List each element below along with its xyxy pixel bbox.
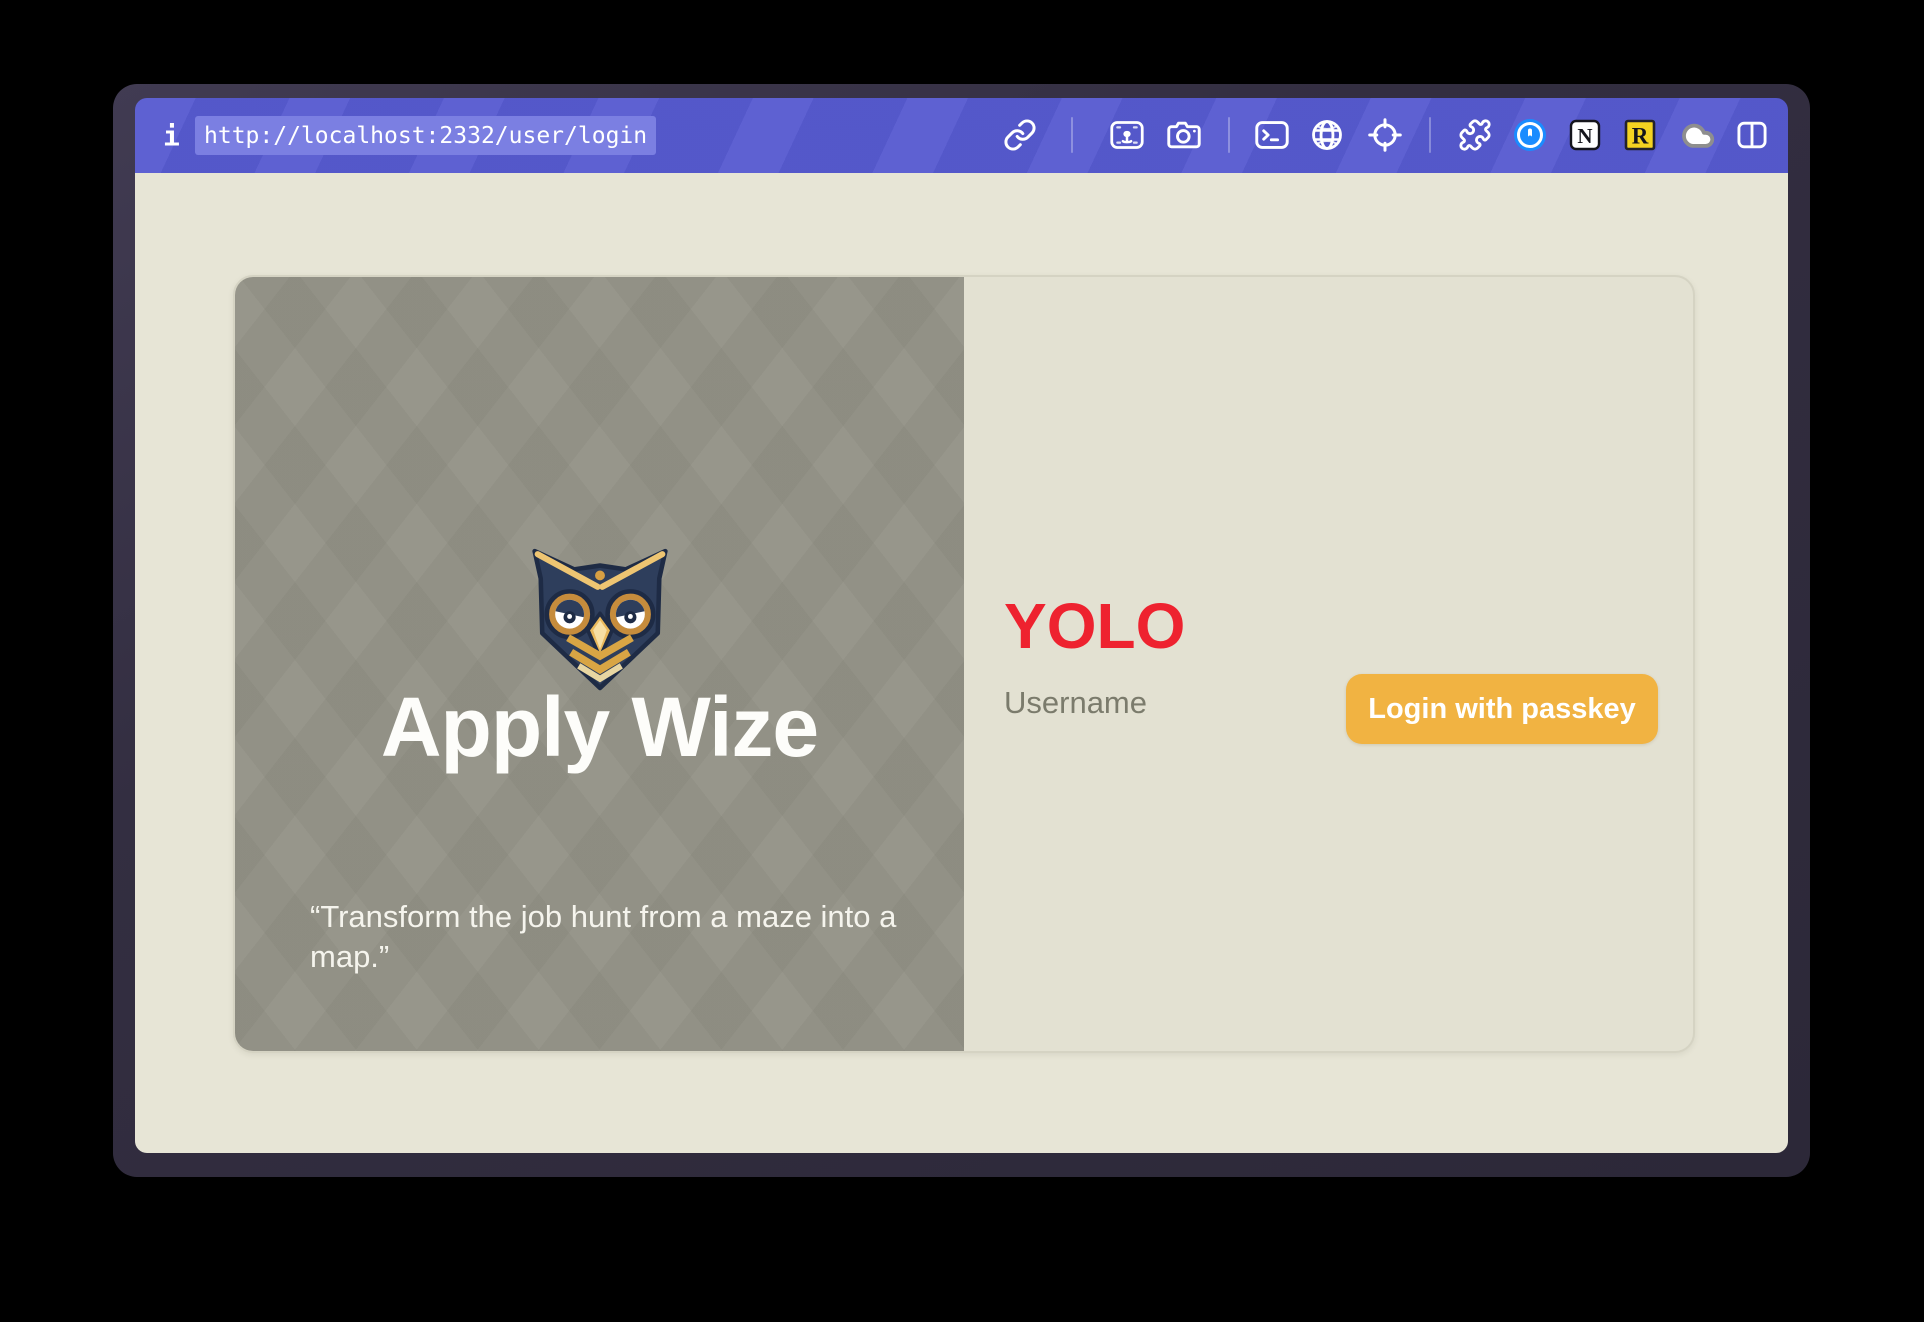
page-content: Apply Wize “Transform the job hunt from … bbox=[135, 173, 1788, 1153]
toolbar-divider bbox=[1071, 117, 1073, 153]
url-text: http://localhost:2332/user/login bbox=[204, 123, 647, 149]
brand-title: Apply Wize bbox=[235, 685, 964, 769]
onepassword-icon[interactable] bbox=[1512, 117, 1548, 153]
owl-logo bbox=[524, 543, 676, 693]
link-icon[interactable] bbox=[1002, 117, 1038, 153]
toolbar-divider bbox=[1228, 117, 1230, 153]
toolbar-divider bbox=[1429, 117, 1431, 153]
browser-chrome: i http://localhost:2332/user/login bbox=[135, 98, 1788, 1153]
info-icon: i bbox=[163, 119, 180, 152]
browser-toolbar: i http://localhost:2332/user/login bbox=[135, 98, 1788, 173]
url-input[interactable]: http://localhost:2332/user/login bbox=[195, 116, 656, 155]
roboform-icon[interactable]: R bbox=[1622, 117, 1658, 153]
brand-panel: Apply Wize “Transform the job hunt from … bbox=[235, 277, 964, 1051]
roboform-letter: R bbox=[1632, 124, 1649, 149]
notion-icon[interactable]: N bbox=[1567, 117, 1603, 153]
login-heading: YOLO bbox=[1004, 594, 1185, 658]
globe-icon[interactable] bbox=[1309, 117, 1345, 153]
cloud-icon[interactable] bbox=[1679, 117, 1715, 153]
browser-window: i http://localhost:2332/user/login bbox=[113, 84, 1810, 1177]
notion-letter: N bbox=[1577, 124, 1592, 148]
target-icon[interactable] bbox=[1367, 117, 1403, 153]
username-label: Username bbox=[1004, 685, 1147, 721]
camera-icon[interactable] bbox=[1166, 117, 1202, 153]
login-card: Apply Wize “Transform the job hunt from … bbox=[233, 275, 1695, 1053]
login-panel: YOLO Username Login with passkey bbox=[964, 277, 1693, 1051]
split-view-icon[interactable] bbox=[1734, 117, 1770, 153]
login-passkey-button[interactable]: Login with passkey bbox=[1346, 674, 1658, 744]
brand-tagline: “Transform the job hunt from a maze into… bbox=[310, 897, 906, 977]
terminal-icon[interactable] bbox=[1254, 117, 1290, 153]
extensions-icon[interactable] bbox=[1457, 117, 1493, 153]
desktop-background: i http://localhost:2332/user/login bbox=[0, 0, 1924, 1322]
image-icon[interactable] bbox=[1109, 117, 1145, 153]
